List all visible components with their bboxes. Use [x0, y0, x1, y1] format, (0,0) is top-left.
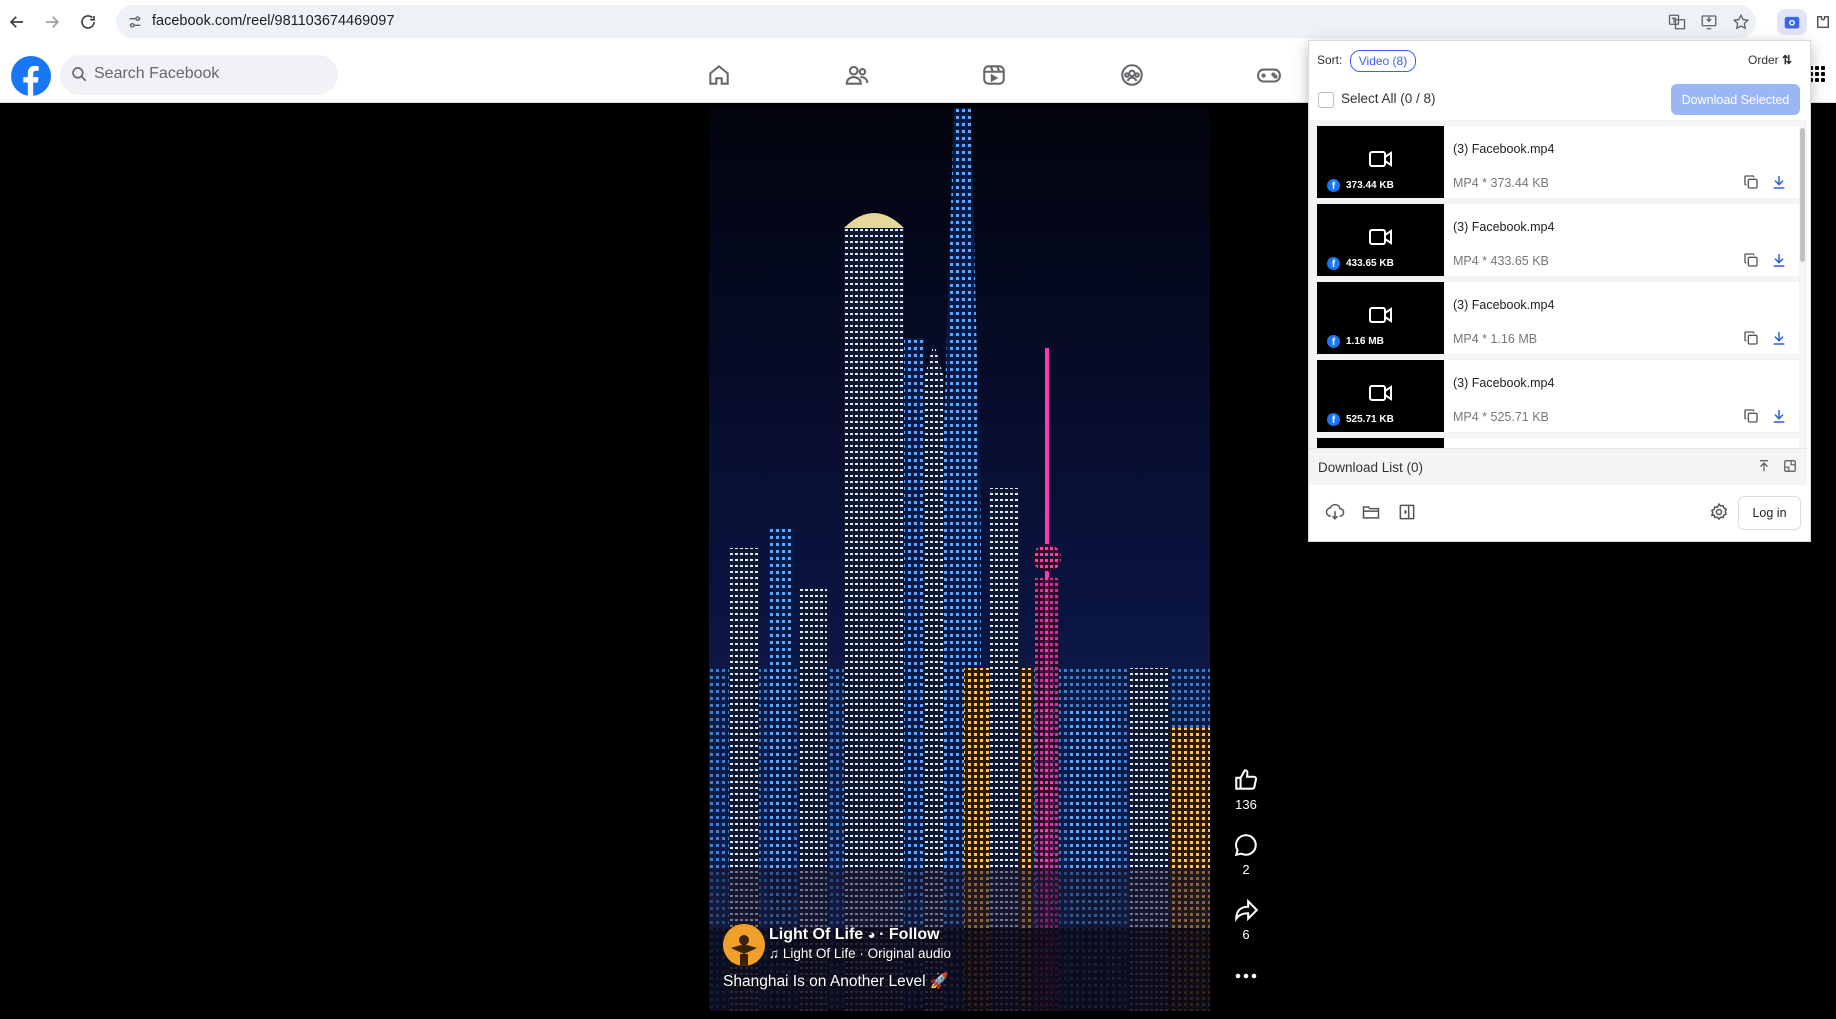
folder-icon[interactable] — [1361, 502, 1381, 522]
like-count: 136 — [1235, 797, 1257, 812]
video-camera-icon — [1369, 385, 1392, 401]
nav-groups-icon[interactable] — [1116, 59, 1148, 91]
video-thumbnail: f 433.65 KB — [1317, 204, 1444, 276]
video-title: (3) Facebook.mp4 — [1453, 298, 1555, 312]
video-list: f 373.44 KB (3) Facebook.mp4 MP4 * 373.4… — [1309, 120, 1807, 448]
facebook-badge-icon: f — [1327, 335, 1340, 348]
arrow-right-icon — [46, 16, 60, 28]
download-icon[interactable] — [1771, 174, 1787, 190]
video-meta: MP4 * 373.44 KB — [1453, 176, 1549, 190]
video-camera-icon — [1369, 151, 1392, 167]
video-item[interactable]: f 525.71 KB (3) Facebook.mp4 MP4 * 525.7… — [1317, 360, 1799, 432]
download-list-label: Download List (0) — [1318, 460, 1424, 475]
side-panel-icon[interactable] — [1397, 502, 1417, 522]
video-title: (3) Facebook.mp4 — [1453, 376, 1555, 390]
video-meta: MP4 * 433.65 KB — [1453, 254, 1549, 268]
more-options-icon[interactable] — [1230, 960, 1262, 992]
nav-gaming-icon[interactable] — [1253, 59, 1285, 91]
bookmark-star-icon[interactable] — [1730, 11, 1752, 33]
reel-author-line: Light Of Life ◕ · Follow — [769, 926, 940, 944]
video-thumbnail — [1317, 438, 1444, 448]
sort-video-chip[interactable]: Video (8) — [1350, 50, 1416, 72]
select-all-checkbox[interactable] — [1318, 92, 1334, 108]
download-icon[interactable] — [1771, 408, 1787, 424]
download-icon[interactable] — [1771, 252, 1787, 268]
reload-icon — [81, 15, 95, 29]
sort-label: Sort: — [1317, 53, 1343, 67]
copy-icon[interactable] — [1743, 408, 1759, 424]
share-count: 6 — [1242, 927, 1250, 942]
translate-icon[interactable] — [1666, 11, 1688, 33]
download-icon[interactable] — [1771, 330, 1787, 346]
reel-video[interactable] — [709, 108, 1210, 1011]
camera-icon — [1784, 16, 1800, 29]
video-meta: MP4 * 525.71 KB — [1453, 410, 1549, 424]
reload-button[interactable] — [76, 10, 100, 34]
forward-button[interactable] — [40, 10, 64, 34]
video-item[interactable]: f 373.44 KB (3) Facebook.mp4 MP4 * 373.4… — [1317, 126, 1799, 198]
separator-dot: · — [879, 926, 885, 943]
login-button[interactable]: Log in — [1738, 496, 1801, 530]
video-camera-icon — [1369, 229, 1392, 245]
nav-video-icon[interactable] — [978, 59, 1010, 91]
video-thumbnail: f 1.16 MB — [1317, 282, 1444, 354]
video-item-partial[interactable] — [1317, 438, 1799, 448]
video-meta: MP4 * 1.16 MB — [1453, 332, 1538, 346]
order-button[interactable]: Order ⇅ — [1748, 53, 1792, 67]
extensions-puzzle-icon[interactable] — [1812, 11, 1834, 33]
share-icon[interactable] — [1230, 894, 1262, 926]
arrow-left-icon — [9, 16, 23, 28]
copy-icon[interactable] — [1743, 174, 1759, 190]
copy-icon[interactable] — [1743, 252, 1759, 268]
facebook-badge-icon: f — [1327, 413, 1340, 426]
install-app-icon[interactable] — [1698, 11, 1720, 33]
comment-icon[interactable] — [1230, 829, 1262, 861]
video-thumbnail: f 373.44 KB — [1317, 126, 1444, 198]
like-icon[interactable] — [1230, 764, 1262, 796]
sort-order-icon: ⇅ — [1782, 53, 1793, 67]
video-item[interactable]: f 1.16 MB (3) Facebook.mp4 MP4 * 1.16 MB — [1317, 282, 1799, 354]
cloud-download-icon[interactable] — [1325, 502, 1345, 522]
author-avatar[interactable] — [723, 924, 765, 966]
video-title: (3) Facebook.mp4 — [1453, 220, 1555, 234]
thumbnail-size: 373.44 KB — [1346, 180, 1394, 191]
video-title: (3) Facebook.mp4 — [1453, 142, 1555, 156]
thumbnail-size: 433.65 KB — [1346, 258, 1394, 269]
video-camera-icon — [1369, 307, 1392, 323]
url-text[interactable]: facebook.com/reel/981103674469097 — [152, 13, 394, 29]
globe-icon: ◕ — [867, 927, 880, 942]
reel-caption: Shanghai Is on Another Level 🚀 — [723, 973, 950, 990]
select-all-label: Select All (0 / 8) — [1341, 91, 1436, 106]
comment-count: 2 — [1242, 862, 1250, 877]
nav-home-icon[interactable] — [703, 59, 735, 91]
facebook-badge-icon: f — [1327, 257, 1340, 270]
follow-button[interactable]: Follow — [889, 926, 940, 943]
video-item[interactable]: f 433.65 KB (3) Facebook.mp4 MP4 * 433.6… — [1317, 204, 1799, 276]
facebook-logo-icon[interactable] — [10, 55, 52, 97]
list-scrollbar[interactable] — [1800, 128, 1805, 262]
facebook-badge-icon: f — [1327, 179, 1340, 192]
copy-icon[interactable] — [1743, 330, 1759, 346]
search-icon — [70, 65, 90, 85]
search-placeholder: Search Facebook — [94, 65, 220, 82]
download-selected-button[interactable]: Download Selected — [1671, 84, 1800, 115]
site-info-icon[interactable] — [124, 11, 146, 33]
thumbnail-size: 1.16 MB — [1346, 336, 1384, 347]
reel-audio-line[interactable]: ♫ Light Of Life · Original audio — [769, 946, 951, 961]
author-name-link[interactable]: Light Of Life — [769, 926, 863, 943]
video-thumbnail: f 525.71 KB — [1317, 360, 1444, 432]
nav-friends-icon[interactable] — [841, 59, 873, 91]
thumbnail-size: 525.71 KB — [1346, 414, 1394, 425]
settings-gear-icon[interactable] — [1709, 502, 1729, 522]
collapse-up-icon[interactable] — [1757, 459, 1771, 473]
downloader-extension-button[interactable] — [1777, 9, 1807, 35]
music-note-icon: ♫ — [769, 946, 783, 961]
audio-label: Light Of Life · Original audio — [782, 946, 951, 961]
expand-window-icon[interactable] — [1783, 459, 1797, 473]
back-button[interactable] — [5, 10, 29, 34]
order-label: Order — [1748, 53, 1779, 67]
